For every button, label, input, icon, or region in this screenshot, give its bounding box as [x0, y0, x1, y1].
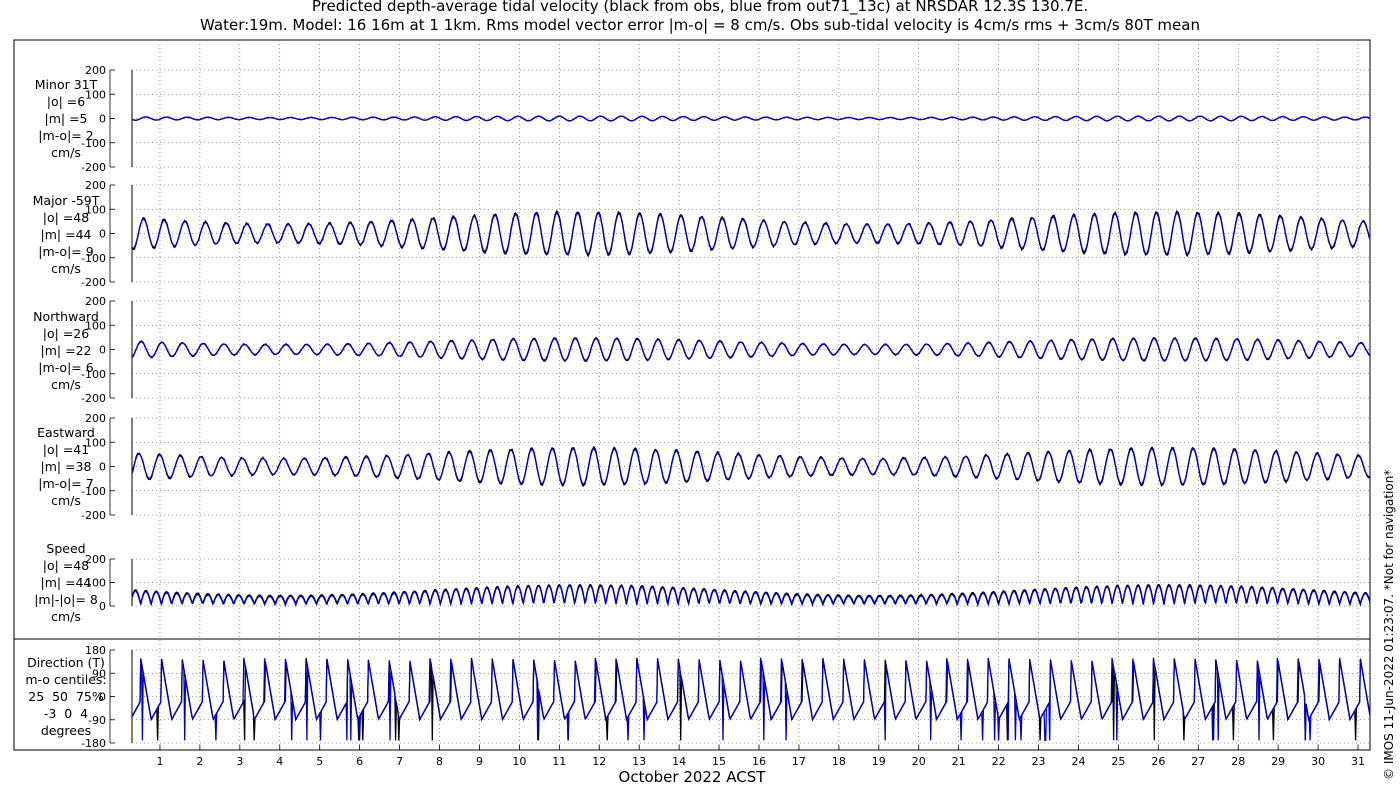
minor-label-line: |m-o|= 2	[38, 128, 94, 143]
minor-label-line: |o| =6	[46, 94, 86, 109]
x-axis-label: October 2022 ACST	[618, 768, 766, 786]
speed-label-line: |m|-|o|= 8	[34, 592, 98, 607]
minor-label-line: |m| =5	[44, 111, 88, 126]
x-tick-label-18: 18	[832, 755, 846, 768]
major-y-tick-label-2: 0	[99, 228, 106, 241]
x-tick-label-9: 9	[476, 755, 483, 768]
eastward-label-line: |m-o|= 7	[38, 476, 94, 491]
minor-y-tick-label-4: -200	[81, 161, 106, 174]
eastward-label-line: cm/s	[51, 493, 81, 508]
minor-y-tick-label-2: 0	[99, 113, 106, 126]
x-tick-label-24: 24	[1071, 755, 1085, 768]
x-tick-label-10: 10	[512, 755, 526, 768]
eastward-label-line: |m| =38	[40, 459, 92, 474]
northward-label-line: |o| =26	[42, 326, 90, 341]
speed-panel-label: Speed |o| =48 |m| =44 |m|-|o|= 8 cm/s	[34, 540, 98, 625]
eastward-y-tick-label-2: 0	[99, 461, 106, 474]
x-tick-label-6: 6	[356, 755, 363, 768]
eastward-panel-label: Eastward |o| =41 |m| =38 |m-o|= 7 cm/s	[37, 424, 95, 509]
direction-label-line: Direction (T)	[27, 655, 105, 670]
x-tick-label-21: 21	[952, 755, 966, 768]
major-y-tick-label-0: 200	[85, 179, 106, 192]
eastward-y-tick-label-4: -200	[81, 509, 106, 522]
northward-label-line: |m| =22	[40, 343, 92, 358]
x-tick-label-17: 17	[792, 755, 806, 768]
x-tick-label-23: 23	[1032, 755, 1046, 768]
x-tick-label-28: 28	[1231, 755, 1245, 768]
major-label-line: |o| =48	[42, 210, 90, 225]
direction-label-line: -3 0 4	[43, 706, 89, 721]
x-tick-label-22: 22	[992, 755, 1006, 768]
major-panel-label: Major -59T |o| =48 |m| =44 |m-o|= 9 cm/s	[33, 192, 100, 277]
x-tick-label-19: 19	[872, 755, 886, 768]
direction-panel-label: Direction (T) m-o centiles: 25 50 75% -3 0 …	[25, 654, 106, 739]
x-tick-label-7: 7	[396, 755, 403, 768]
speed-label-line: |o| =48	[42, 558, 90, 573]
northward-y-tick-label-0: 200	[85, 295, 106, 308]
x-tick-label-16: 16	[752, 755, 766, 768]
x-tick-label-1: 1	[156, 755, 163, 768]
x-tick-label-11: 11	[552, 755, 566, 768]
copyright-notice: © IMOS 11-Jun-2022 01:23:07. *Not for na…	[1382, 469, 1396, 780]
speed-model-line	[131, 584, 1371, 608]
speed-label-line: |m| =44	[40, 575, 92, 590]
x-tick-label-13: 13	[632, 755, 646, 768]
x-tick-label-27: 27	[1191, 755, 1205, 768]
speed-label-line: Speed	[46, 541, 86, 556]
x-tick-label-12: 12	[592, 755, 606, 768]
tidal-velocity-chart: 1 2 3 4 5 6 7 8 9 10 11 12 13 14 15 16 17 18 19 20 21 22 23 24 2…	[13, 39, 1371, 768]
minor-label-line: cm/s	[51, 145, 81, 160]
speed-y-tick-label-2: 0	[99, 600, 106, 613]
direction-label-line: m-o centiles:	[25, 672, 107, 687]
northward-panel-label: Northward |o| =26 |m| =22 |m-o|= 6 cm/s	[33, 308, 99, 393]
northward-label-line: cm/s	[51, 377, 81, 392]
x-tick-label-5: 5	[316, 755, 323, 768]
northward-y-tick-label-4: -200	[81, 392, 106, 405]
northward-label-line: Northward	[33, 309, 99, 324]
x-tick-label-25: 25	[1111, 755, 1125, 768]
x-tick-label-15: 15	[712, 755, 726, 768]
x-tick-label-2: 2	[196, 755, 203, 768]
minor-label-line: Minor 31T	[34, 77, 98, 92]
x-tick-label-26: 26	[1151, 755, 1165, 768]
x-tick-label-4: 4	[276, 755, 283, 768]
upper-frame	[13, 39, 1371, 640]
x-tick-label-31: 31	[1351, 755, 1365, 768]
x-tick-label-14: 14	[672, 755, 686, 768]
minor-model-line	[131, 115, 1371, 122]
major-y-tick-label-4: -200	[81, 276, 106, 289]
direction-obs-line	[131, 657, 1371, 741]
minor-panel-label: Minor 31T |o| =6 |m| =5 |m-o|= 2 cm/s	[35, 76, 97, 161]
major-label-line: Major -59T	[32, 193, 100, 208]
major-label-line: cm/s	[51, 261, 81, 276]
x-tick-label-30: 30	[1311, 755, 1325, 768]
speed-label-line: cm/s	[51, 609, 81, 624]
direction-label-line: 25 50 75%	[28, 689, 104, 704]
x-tick-label-3: 3	[236, 755, 243, 768]
northward-label-line: |m-o|= 6	[38, 360, 94, 375]
eastward-label-line: Eastward	[37, 425, 95, 440]
eastward-label-line: |o| =41	[42, 442, 90, 457]
x-tick-label-20: 20	[912, 755, 926, 768]
major-label-line: |m-o|= 9	[38, 244, 94, 259]
northward-y-tick-label-2: 0	[99, 344, 106, 357]
major-label-line: |m| =44	[40, 227, 92, 242]
direction-label-line: degrees	[40, 723, 92, 738]
x-tick-label-8: 8	[436, 755, 443, 768]
direction-frame	[13, 638, 1371, 751]
x-tick-label-29: 29	[1271, 755, 1285, 768]
